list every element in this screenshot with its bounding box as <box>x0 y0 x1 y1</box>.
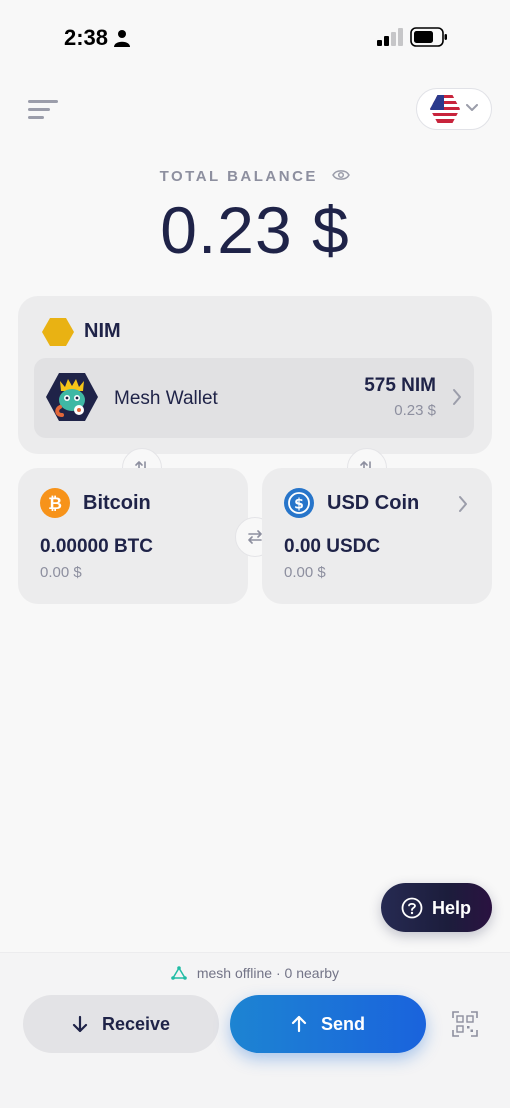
qr-scan-icon[interactable] <box>452 1011 478 1037</box>
hamburger-menu-icon <box>28 100 58 119</box>
wallet-avatar-icon <box>46 373 98 421</box>
usdc-icon: $ <box>284 488 314 518</box>
bottom-action-panel: mesh offline · 0 nearby Receive Send <box>0 952 510 1108</box>
question-circle-icon <box>401 897 423 919</box>
send-button[interactable]: Send <box>230 995 426 1053</box>
chevron-right-icon <box>459 496 467 512</box>
total-balance-value: 0.23 $ <box>160 193 350 267</box>
svg-text:$: $ <box>294 497 304 513</box>
swap-horizontal-icon <box>248 530 262 544</box>
receive-label: Receive <box>101 1013 171 1034</box>
bitcoin-amount: 0.00000 BTC <box>40 536 154 557</box>
nim-account-title: NIM <box>84 320 121 342</box>
us-flag-icon <box>430 95 460 123</box>
help-button[interactable]: Help <box>381 883 492 932</box>
usdc-fiat-value: 0.00 $ <box>284 564 326 581</box>
signal-icon <box>377 28 403 46</box>
mesh-status-row: mesh offline · 0 nearby <box>0 965 510 981</box>
bitcoin-card[interactable]: ₿ Bitcoin 0.00000 BTC 0.00 $ <box>18 468 248 604</box>
svg-text:₿: ₿ <box>48 494 62 514</box>
eye-icon[interactable] <box>332 169 351 181</box>
bitcoin-icon: ₿ <box>40 488 70 518</box>
wallet-amount: 575 NIM <box>364 375 436 396</box>
bitcoin-title: Bitcoin <box>83 492 151 514</box>
status-bar: 2:38 <box>0 0 510 76</box>
wallet-fiat-value: 0.23 $ <box>394 402 436 419</box>
person-icon <box>114 30 130 47</box>
chevron-down-icon <box>466 104 478 111</box>
status-time: 2:38 <box>64 25 109 50</box>
mesh-status-text: mesh offline · 0 nearby <box>196 965 340 981</box>
arrow-up-icon <box>291 1015 307 1033</box>
menu-button[interactable] <box>26 96 60 124</box>
receive-button[interactable]: Receive <box>23 995 219 1053</box>
wallet-name: Mesh Wallet <box>114 388 218 409</box>
mesh-wallet-row[interactable]: Mesh Wallet 575 NIM 0.23 $ <box>34 358 474 438</box>
nim-account-card: NIM Mesh Wallet 575 NIM 0.23 $ <box>18 296 492 454</box>
total-balance-header: TOTAL BALANCE <box>0 168 510 186</box>
usdc-amount: 0.00 USDC <box>284 536 381 557</box>
arrow-down-icon <box>72 1015 88 1033</box>
usdc-card[interactable]: $ USD Coin 0.00 USDC 0.00 $ <box>262 468 492 604</box>
bitcoin-fiat-value: 0.00 $ <box>40 564 82 581</box>
send-label: Send <box>320 1013 365 1034</box>
total-balance-label: TOTAL BALANCE <box>159 168 318 185</box>
language-selector[interactable] <box>416 88 492 130</box>
help-label: Help <box>432 898 472 918</box>
mesh-network-icon <box>171 965 187 980</box>
battery-icon <box>410 27 447 47</box>
chevron-right-icon <box>453 389 461 405</box>
usdc-title: USD Coin <box>327 492 420 514</box>
nim-hexagon-icon <box>42 318 74 346</box>
